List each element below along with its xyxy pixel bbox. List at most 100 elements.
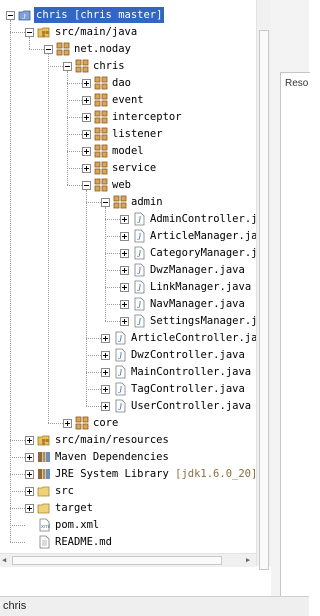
tree-item[interactable]: J LinkManager.java	[0, 279, 256, 296]
tree-item[interactable]: dao	[0, 75, 256, 92]
expand-icon[interactable]	[120, 300, 129, 309]
resource-panel[interactable]: Reso	[280, 72, 310, 597]
package-icon	[94, 127, 108, 141]
tree-item-name: listener	[112, 128, 163, 140]
scroll-right-arrow-icon[interactable]: ▶	[246, 554, 250, 566]
java-file-icon: J	[132, 229, 146, 243]
tree-item[interactable]: J NavManager.java	[0, 296, 256, 313]
expand-icon[interactable]	[82, 147, 91, 156]
expand-icon[interactable]	[120, 215, 129, 224]
tree-item-name: NavManager.java	[150, 298, 245, 310]
expand-icon[interactable]	[120, 249, 129, 258]
tree-item[interactable]: J UserController.java	[0, 398, 256, 415]
tree-item-name: web	[112, 179, 131, 191]
tree-item[interactable]: J DwzController.java	[0, 347, 256, 364]
expand-icon[interactable]	[101, 351, 110, 360]
expand-icon[interactable]	[101, 334, 110, 343]
tree-item[interactable]: J ArticleController.ja	[0, 330, 256, 347]
status-bar-text: chris	[3, 600, 27, 612]
tree-connector	[105, 304, 120, 305]
vertical-scrollbar-thumb[interactable]	[259, 30, 269, 570]
expand-icon[interactable]	[101, 385, 110, 394]
tree-item-label: LinkManager.java	[148, 279, 253, 295]
expand-icon[interactable]	[25, 487, 34, 496]
tree-item[interactable]: xml pom.xml	[0, 517, 256, 534]
tree-item[interactable]: chris	[0, 58, 256, 75]
tree-item-label: ArticleController.ja	[129, 330, 256, 346]
expand-icon[interactable]	[25, 504, 34, 513]
tree-connector	[67, 117, 82, 118]
expand-icon[interactable]	[120, 232, 129, 241]
tree-item[interactable]: net.noday	[0, 41, 256, 58]
tree-item[interactable]: src	[0, 483, 256, 500]
collapse-icon[interactable]	[44, 45, 53, 54]
tree-item[interactable]: Jchris [chris master]	[0, 7, 256, 24]
tree-item[interactable]: README.md	[0, 534, 256, 551]
tree-item[interactable]: J AdminController.j	[0, 211, 256, 228]
expand-icon[interactable]	[82, 130, 91, 139]
package-icon	[94, 144, 108, 158]
collapse-icon[interactable]	[101, 198, 110, 207]
horizontal-scrollbar[interactable]: ◀ ▶	[0, 553, 256, 567]
tree-item[interactable]: J SettingsManager.j	[0, 313, 256, 330]
java-project-icon: J	[18, 8, 32, 22]
expand-icon[interactable]	[82, 113, 91, 122]
expand-icon[interactable]	[82, 79, 91, 88]
expand-icon[interactable]	[25, 453, 34, 462]
expand-icon[interactable]	[101, 402, 110, 411]
expand-icon[interactable]	[120, 266, 129, 275]
horizontal-scrollbar-thumb[interactable]	[12, 556, 222, 565]
tree-item-name: pom.xml	[55, 519, 100, 531]
vertical-scrollbar[interactable]	[256, 0, 272, 570]
tree-item[interactable]: Maven Dependencies	[0, 449, 256, 466]
tree-item[interactable]: src/main/java	[0, 24, 256, 41]
tree-item[interactable]: J TagController.java	[0, 381, 256, 398]
tree-item-name: MainController.java	[131, 366, 252, 378]
expand-icon[interactable]	[82, 96, 91, 105]
tree-item[interactable]: JRE System Library [jdk1.6.0_20]	[0, 466, 256, 483]
library-icon	[37, 450, 51, 464]
tree-item-name: README.md	[55, 536, 112, 548]
tree-item-label: CategoryManager.j	[148, 245, 256, 261]
expand-icon[interactable]	[120, 283, 129, 292]
collapse-icon[interactable]	[25, 28, 34, 37]
tree-item[interactable]: interceptor	[0, 109, 256, 126]
tree-item[interactable]: src/main/resources	[0, 432, 256, 449]
java-file-icon: J	[113, 348, 127, 362]
tree-item-name: core	[93, 417, 119, 429]
scroll-left-arrow-icon[interactable]: ◀	[2, 554, 6, 566]
tree-item[interactable]: service	[0, 160, 256, 177]
tree-item[interactable]: target	[0, 500, 256, 517]
tree-item-name: UserController.java	[131, 400, 252, 412]
expand-icon[interactable]	[120, 317, 129, 326]
tree-item[interactable]: J DwzManager.java	[0, 262, 256, 279]
expand-icon[interactable]	[25, 470, 34, 479]
tree-item[interactable]: J ArticleManager.ja	[0, 228, 256, 245]
tree-connector	[86, 389, 101, 390]
expand-icon[interactable]	[101, 368, 110, 377]
tree-item-name: interceptor	[112, 111, 182, 123]
collapse-icon[interactable]	[63, 62, 72, 71]
collapse-icon[interactable]	[6, 11, 15, 20]
tree-item-name: src/main/java	[55, 26, 138, 38]
expand-icon[interactable]	[63, 419, 72, 428]
collapse-icon[interactable]	[82, 181, 91, 190]
expand-icon[interactable]	[82, 164, 91, 173]
tree-item-name: CategoryManager.j	[150, 247, 256, 259]
java-file-icon: J	[132, 263, 146, 277]
tree-connector	[105, 207, 106, 321]
tree-item-name: dao	[112, 77, 131, 89]
tree-item[interactable]: model	[0, 143, 256, 160]
tree-item[interactable]: web	[0, 177, 256, 194]
expand-icon[interactable]	[25, 436, 34, 445]
tree-item[interactable]: J CategoryManager.j	[0, 245, 256, 262]
tree-item-label: interceptor	[110, 109, 184, 125]
tree-item[interactable]: J MainController.java	[0, 364, 256, 381]
tree-item[interactable]: admin	[0, 194, 256, 211]
tree-item-decoration: [chris master]	[73, 9, 163, 21]
tree-item[interactable]: core	[0, 415, 256, 432]
java-file-icon: J	[113, 382, 127, 396]
tree-item[interactable]: event	[0, 92, 256, 109]
tree-item[interactable]: listener	[0, 126, 256, 143]
package-explorer-tree[interactable]: Jchris [chris master] src/main/java net.no…	[0, 0, 256, 566]
